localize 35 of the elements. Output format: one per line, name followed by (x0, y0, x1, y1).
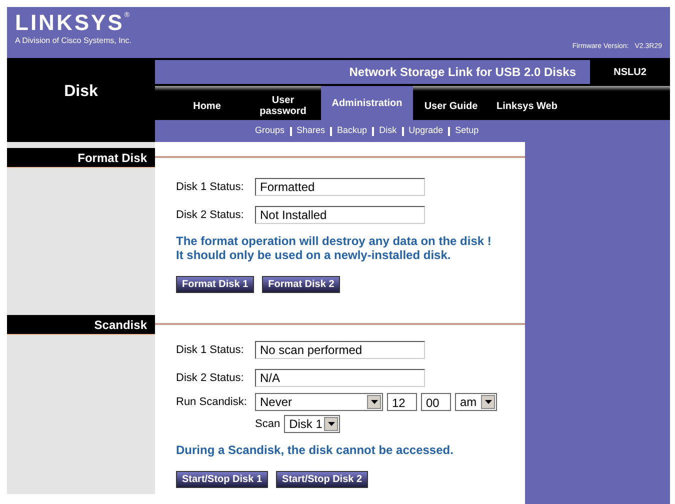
field-label: Run Scandisk: (176, 394, 248, 410)
logo-subtitle: A Division of Cisco Systems, Inc. (15, 35, 132, 47)
action-button[interactable]: Start/Stop Disk 2 (276, 471, 368, 488)
field-label: Disk 1 Status: (176, 342, 245, 358)
hour-field[interactable]: 12 (387, 393, 417, 411)
field-label: Disk 1 Status: (176, 180, 245, 195)
sub-nav-link[interactable]: Setup (455, 124, 479, 138)
field-label: Disk 2 Status: (176, 370, 245, 386)
model-name: NSLU2 (614, 66, 646, 80)
disk-dropdown[interactable]: Disk 1 (284, 415, 340, 433)
minute-field[interactable]: 00 (421, 393, 451, 411)
status-field[interactable]: N/A (255, 369, 425, 387)
ampm-dropdown[interactable]: am (455, 393, 497, 411)
logo: LINKSYS (15, 11, 124, 35)
field-label: Scan (255, 416, 280, 432)
action-button[interactable]: Format Disk 1 (176, 276, 254, 293)
section-heading: Scandisk (7, 315, 155, 335)
status-field[interactable]: No scan performed (255, 341, 425, 359)
sub-nav-link[interactable]: Upgrade (408, 124, 444, 138)
field-label: Disk 2 Status: (176, 208, 245, 223)
frequency-dropdown[interactable]: Never (255, 393, 383, 411)
status-field[interactable]: Formatted (255, 178, 425, 196)
sub-nav-link[interactable]: Groups (255, 124, 285, 138)
status-field[interactable]: Not Installed (255, 206, 425, 224)
nav-tab[interactable]: Administration (321, 86, 413, 120)
sub-nav-link[interactable]: Backup (337, 124, 368, 138)
product-title: Network Storage Link for USB 2.0 Disks (349, 64, 576, 81)
warning-note: During a Scandisk, the disk cannot be accessed. (176, 443, 454, 457)
section-heading: Format Disk (7, 148, 155, 168)
warning-note: The format operation will destroy any data on the disk ! It should only be used on a newly-installed disk. (176, 234, 492, 262)
action-button[interactable]: Start/Stop Disk 1 (176, 471, 268, 488)
sub-nav-link[interactable]: Shares (296, 124, 326, 138)
sub-nav-link[interactable]: Disk (379, 124, 397, 138)
page-title: Disk (64, 82, 98, 102)
action-button[interactable]: Format Disk 2 (262, 276, 340, 293)
